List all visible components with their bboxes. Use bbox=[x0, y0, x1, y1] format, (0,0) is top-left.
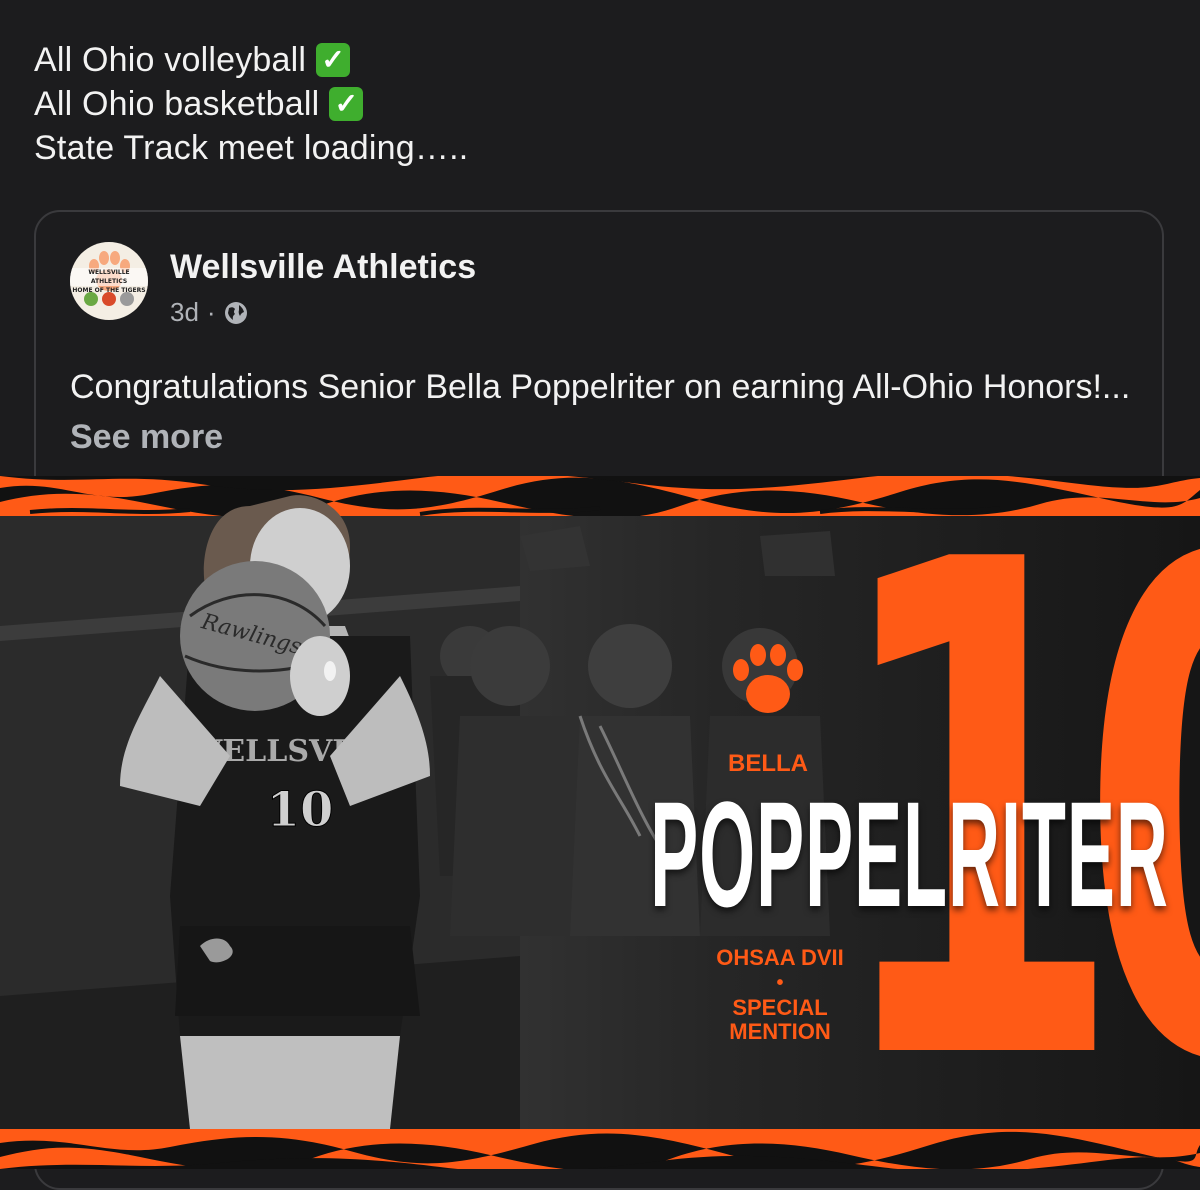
post-meta: 3d · bbox=[170, 297, 476, 328]
caption-line-text: State Track meet loading….. bbox=[34, 129, 469, 167]
avatar-logos bbox=[84, 292, 134, 306]
honor-label-line: SPECIAL bbox=[732, 995, 828, 1020]
post-caption: All Ohio volleyball ✓ All Ohio basketbal… bbox=[34, 38, 468, 170]
badge-icon bbox=[102, 292, 116, 306]
caption-line-text: All Ohio basketball bbox=[34, 85, 320, 123]
avatar-banner-line: WELLSVILLE ATHLETICS bbox=[88, 269, 130, 285]
check-mark-icon: ✓ bbox=[316, 43, 351, 77]
svg-text:10: 10 bbox=[267, 782, 334, 838]
post-body-text: Congratulations Senior Bella Poppelriter… bbox=[70, 368, 1131, 406]
division-label: OHSAA DVII bbox=[716, 945, 844, 970]
bullet-separator: • bbox=[776, 972, 784, 994]
honor-details: OHSAA DVII • SPECIAL MENTION bbox=[650, 946, 910, 1044]
caption-line-text: All Ohio volleyball bbox=[34, 41, 307, 79]
meta-separator: · bbox=[206, 297, 216, 327]
avatar-banner: WELLSVILLE ATHLETICS HOME OF THE TIGERS bbox=[70, 268, 148, 294]
see-more-link[interactable]: See more bbox=[70, 418, 223, 456]
page-avatar[interactable]: WELLSVILLE ATHLETICS HOME OF THE TIGERS bbox=[70, 242, 148, 320]
check-mark-icon: ✓ bbox=[329, 87, 364, 121]
honor-label-line: MENTION bbox=[729, 1019, 831, 1044]
globe-icon bbox=[224, 301, 247, 324]
header-text: Wellsville Athletics 3d · bbox=[170, 242, 476, 328]
athlete-last-name: POPPELRITER bbox=[650, 774, 1168, 934]
badge-icon bbox=[84, 292, 98, 306]
badge-icon bbox=[120, 292, 134, 306]
caption-line: All Ohio basketball ✓ bbox=[34, 82, 468, 126]
caption-line: State Track meet loading….. bbox=[34, 126, 468, 170]
marble-border-bottom bbox=[0, 1129, 1200, 1169]
post-image[interactable]: WELLSVILLE 10 Rawlings 10 BELLA POPPE bbox=[0, 476, 1200, 1169]
tiger-paw-icon bbox=[733, 644, 803, 713]
shared-post-body: Congratulations Senior Bella Poppelriter… bbox=[70, 362, 1140, 462]
shared-post-header: WELLSVILLE ATHLETICS HOME OF THE TIGERS … bbox=[70, 242, 476, 328]
post-time[interactable]: 3d bbox=[170, 297, 199, 328]
caption-line: All Ohio volleyball ✓ bbox=[34, 38, 468, 82]
page-name-link[interactable]: Wellsville Athletics bbox=[170, 248, 476, 287]
